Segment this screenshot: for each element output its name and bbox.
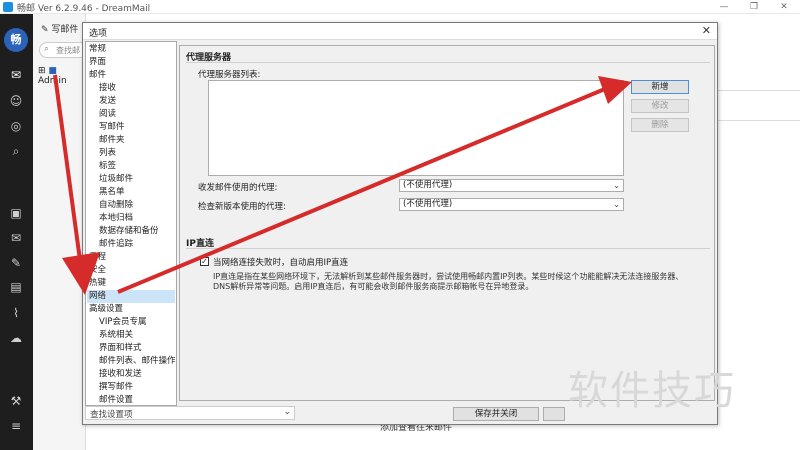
watermark: 软件技巧 <box>568 368 736 414</box>
options-tree: 常规 界面 邮件 接收 发送 阅读 写邮件 邮件夹 列表 标签 垃圾邮件 黑名单… <box>85 41 177 406</box>
tree-item-auto-delete[interactable]: 自动删除 <box>99 199 133 212</box>
tree-item-list[interactable]: 列表 <box>99 147 116 160</box>
ip-direct-description: IP直连是指在某些网络环境下，无法解析到某些邮件服务器时，尝试使用畅邮内置IP列… <box>213 272 684 291</box>
dialog-title: 选项 <box>89 29 108 39</box>
tree-item-security[interactable]: 安全 <box>89 264 106 277</box>
mail-icon[interactable]: ✉ <box>9 68 23 82</box>
close-window-button[interactable]: ✕ <box>770 0 798 14</box>
dialog-close-button[interactable]: ✕ <box>702 24 711 37</box>
avatar[interactable]: 畅 <box>4 28 28 52</box>
update-proxy-select[interactable]: (不使用代理) ⌄ <box>399 198 624 211</box>
account-item[interactable]: ⊞ ■ Admin <box>38 66 85 86</box>
tree-item-compose[interactable]: 写邮件 <box>99 121 125 134</box>
update-proxy-label: 检查新版本使用的代理: <box>198 202 286 212</box>
ip-direct-checkbox[interactable]: ✓ <box>200 257 209 266</box>
address-book-icon[interactable]: ▣ <box>9 206 23 220</box>
section-divider <box>186 248 710 249</box>
menu-icon[interactable]: ≡ <box>9 419 23 433</box>
tree-item-receive[interactable]: 接收 <box>99 82 116 95</box>
tree-item-general[interactable]: 常规 <box>89 43 106 56</box>
tree-item-archive[interactable]: 本地归档 <box>99 212 133 225</box>
section-divider <box>186 62 710 63</box>
settings-search-placeholder: 查找设置项 <box>90 410 133 420</box>
tree-item-blacklist[interactable]: 黑名单 <box>99 186 125 199</box>
wrench-icon[interactable]: ⚒ <box>9 394 23 408</box>
tree-item-mail-list-ops[interactable]: 邮件列表、邮件操作 <box>99 355 176 368</box>
tree-item-folders[interactable]: 邮件夹 <box>99 134 125 147</box>
tree-item-spam[interactable]: 垃圾邮件 <box>99 173 133 186</box>
tree-item-system[interactable]: 系统相关 <box>99 329 133 342</box>
update-proxy-value: (不使用代理) <box>403 199 453 209</box>
minimize-button[interactable]: — <box>710 0 738 14</box>
left-rail: 畅 ✉ ☺ ◎ ⌕ ▣ ✉ ✎ ▤ ⌇ ☁ ⚒ ≡ <box>0 14 33 450</box>
edit-proxy-button[interactable]: 修改 <box>631 99 689 113</box>
settings-search-input[interactable]: 查找设置项 ⌄ <box>85 406 295 420</box>
tree-item-vip[interactable]: VIP会员专属 <box>99 316 146 329</box>
cloud-icon[interactable]: ☁ <box>9 331 23 345</box>
chevron-down-icon: ⌄ <box>613 200 620 209</box>
attachment-icon[interactable]: ⌇ <box>9 306 23 320</box>
save-close-button[interactable]: 保存并关闭 <box>453 407 539 421</box>
account-icon: ■ <box>48 66 57 76</box>
pen-icon[interactable]: ✎ <box>9 256 23 270</box>
chevron-down-icon[interactable]: ⌄ <box>283 407 291 417</box>
network-settings-panel: 代理服务器 代理服务器列表: 新增 修改 删除 收发邮件使用的代理: (不使用代… <box>179 45 715 401</box>
mail-proxy-label: 收发邮件使用的代理: <box>198 183 278 193</box>
mail-search-placeholder: 查找邮 <box>56 46 80 55</box>
globe-icon[interactable]: ◎ <box>9 119 23 133</box>
mail-proxy-value: (不使用代理) <box>403 180 453 190</box>
tree-item-tags[interactable]: 标签 <box>99 160 116 173</box>
add-proxy-button[interactable]: 新增 <box>631 80 689 94</box>
dialog-titlebar: 选项 ✕ <box>83 23 717 40</box>
divider <box>715 120 800 121</box>
tree-item-calendar[interactable]: 日程 <box>89 251 106 264</box>
tree-item-interface[interactable]: 界面 <box>89 56 106 69</box>
app-title: 畅邮 Ver 6.2.9.46 - DreamMail <box>17 4 151 14</box>
delete-proxy-button[interactable]: 删除 <box>631 118 689 132</box>
cancel-button[interactable] <box>543 407 565 421</box>
tree-item-send[interactable]: 发送 <box>99 95 116 108</box>
tree-item-write-mail[interactable]: 撰写邮件 <box>99 381 133 394</box>
ip-direct-label: 当网络连接失败时，自动启用IP直连 <box>213 258 349 268</box>
chevron-down-icon: ⌄ <box>613 181 620 190</box>
search-icon: ⌕ <box>44 44 50 54</box>
proxy-list-label: 代理服务器列表: <box>198 70 261 80</box>
tree-item-hotkeys[interactable]: 热键 <box>89 277 106 290</box>
app-titlebar: 畅邮 Ver 6.2.9.46 - DreamMail — ❐ ✕ <box>0 0 800 14</box>
tree-item-storage-backup[interactable]: 数据存储和备份 <box>99 225 159 238</box>
tree-item-mail-tracking[interactable]: 邮件追踪 <box>99 238 133 251</box>
proxy-list[interactable] <box>208 80 624 176</box>
inbox-icon[interactable]: ✉ <box>9 231 23 245</box>
tree-item-mail[interactable]: 邮件 <box>89 69 106 82</box>
tree-item-advanced[interactable]: 高级设置 <box>89 303 123 316</box>
tree-item-ui-style[interactable]: 界面和样式 <box>99 342 142 355</box>
search-icon[interactable]: ⌕ <box>9 144 23 158</box>
app-logo-icon <box>3 2 13 12</box>
compose-label: 写邮件 <box>51 25 79 35</box>
account-label: Admin <box>38 76 67 86</box>
divider <box>715 90 800 91</box>
folder-panel: ✎ 写邮件 ⌕ 查找邮 ⊞ ■ Admin <box>33 14 109 450</box>
document-icon[interactable]: ▤ <box>9 280 23 294</box>
compose-button[interactable]: ✎ 写邮件 <box>41 22 78 35</box>
tree-item-read[interactable]: 阅读 <box>99 108 116 121</box>
tree-item-recv-send[interactable]: 接收和发送 <box>99 368 142 381</box>
mail-proxy-select[interactable]: (不使用代理) ⌄ <box>399 179 624 192</box>
maximize-button[interactable]: ❐ <box>740 0 768 14</box>
tree-item-network[interactable]: 网络 <box>87 290 175 303</box>
tree-item-mail-settings[interactable]: 邮件设置 <box>99 394 133 405</box>
contacts-icon[interactable]: ☺ <box>9 94 23 108</box>
